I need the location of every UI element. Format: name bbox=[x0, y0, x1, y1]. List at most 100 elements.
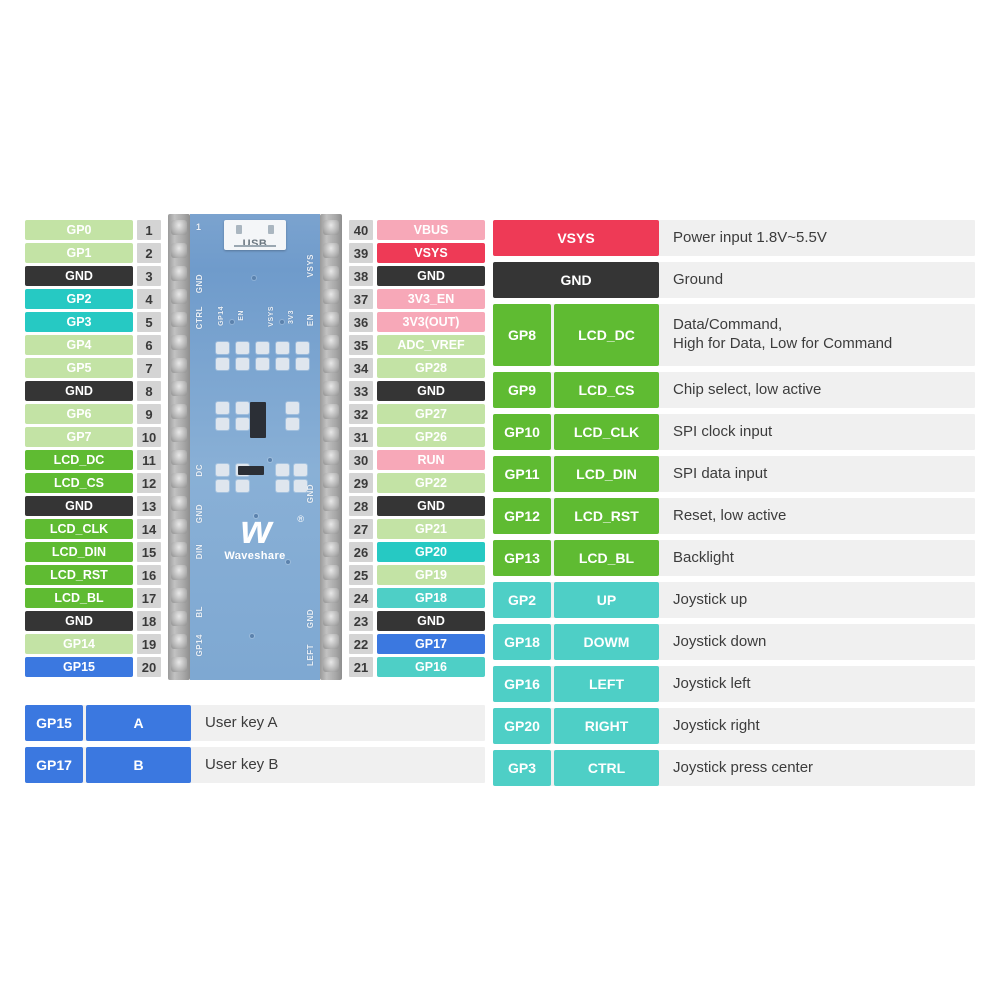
solder-pad bbox=[276, 464, 289, 476]
header-pin-hole bbox=[323, 588, 339, 603]
pin-number: 3 bbox=[137, 266, 161, 286]
waveshare-logo: ® w Waveshare bbox=[200, 510, 310, 562]
legend-row: GP18 DOWM Joystick down bbox=[493, 624, 975, 660]
pin1-marker: 1 bbox=[196, 222, 202, 232]
pin-row: GP15 20 bbox=[25, 657, 165, 677]
silkscreen-label: CTRL bbox=[195, 306, 204, 330]
solder-pad bbox=[276, 358, 289, 370]
pin-label: GND bbox=[377, 266, 485, 286]
pin-number: 22 bbox=[349, 634, 373, 654]
legend-function-swatch: LCD_RST bbox=[554, 498, 659, 534]
silkscreen-label: GND bbox=[306, 609, 315, 629]
legend-row: GP3 CTRL Joystick press center bbox=[493, 750, 975, 786]
pin-row: GP0 1 bbox=[25, 220, 165, 240]
right-pin-column: VBUS 40 VSYS 39 GND 38 3V3_EN 37 3V3(OUT) 36 ADC_V… bbox=[345, 220, 485, 680]
pin-label: GP3 bbox=[25, 312, 133, 332]
header-pin-hole bbox=[171, 289, 187, 304]
header-pin-hole bbox=[323, 404, 339, 419]
header-pin-hole bbox=[171, 358, 187, 373]
pin-row: GND 18 bbox=[25, 611, 165, 631]
pin-label: GP15 bbox=[25, 657, 133, 677]
pin-row: GP1 2 bbox=[25, 243, 165, 263]
pcb-via bbox=[280, 320, 284, 324]
usb-label: USB bbox=[242, 238, 268, 250]
pin-label: GND bbox=[377, 381, 485, 401]
legend-description: SPI data input bbox=[673, 464, 768, 482]
pin-number: 10 bbox=[137, 427, 161, 447]
solder-pad bbox=[216, 418, 229, 430]
legend-description: Backlight bbox=[673, 548, 734, 566]
pin-label: GP6 bbox=[25, 404, 133, 424]
header-pin-hole bbox=[323, 312, 339, 327]
pcb-via bbox=[230, 320, 234, 324]
header-pin-hole bbox=[323, 657, 339, 672]
solder-pad bbox=[286, 418, 299, 430]
pin-row: GP26 31 bbox=[345, 427, 485, 447]
header-pin-hole bbox=[171, 565, 187, 580]
pin-number: 24 bbox=[349, 588, 373, 608]
pin-number: 31 bbox=[349, 427, 373, 447]
legend-gpio-swatch: GP11 bbox=[493, 456, 551, 492]
pin-label: GND bbox=[377, 611, 485, 631]
pin-number: 9 bbox=[137, 404, 161, 424]
legend-description: Reset, low active bbox=[673, 506, 787, 524]
legend-row: GP20 RIGHT Joystick right bbox=[493, 708, 975, 744]
pin-label: VBUS bbox=[377, 220, 485, 240]
pin-number: 35 bbox=[349, 335, 373, 355]
pin-row: 3V3(OUT) 36 bbox=[345, 312, 485, 332]
pin-row: GP2 4 bbox=[25, 289, 165, 309]
header-pin-hole bbox=[323, 335, 339, 350]
legend-gpio-swatch: GP3 bbox=[493, 750, 551, 786]
legend-function-swatch: LEFT bbox=[554, 666, 659, 702]
pin-label: RUN bbox=[377, 450, 485, 470]
header-pin-hole bbox=[171, 588, 187, 603]
legend-gpio-swatch: GP9 bbox=[493, 372, 551, 408]
pin-label: 3V3(OUT) bbox=[377, 312, 485, 332]
pin-number: 13 bbox=[137, 496, 161, 516]
legend-row: GP9 LCD_CS Chip select, low active bbox=[493, 372, 975, 408]
pin-row: GND 3 bbox=[25, 266, 165, 286]
pin-row: GP17 22 bbox=[345, 634, 485, 654]
pin-row: GP27 32 bbox=[345, 404, 485, 424]
pin-row: GP5 7 bbox=[25, 358, 165, 378]
solder-pad bbox=[216, 402, 229, 414]
usb-connector: USB bbox=[224, 220, 286, 250]
solder-pad bbox=[296, 358, 309, 370]
header-pin-hole bbox=[171, 542, 187, 557]
legend-function-swatch: RIGHT bbox=[554, 708, 659, 744]
pin-number: 4 bbox=[137, 289, 161, 309]
legend-description: User key B bbox=[205, 755, 279, 773]
solder-pad bbox=[276, 342, 289, 354]
silkscreen-label: VSYS bbox=[268, 306, 275, 327]
header-pin-hole bbox=[171, 611, 187, 626]
header-pin-hole bbox=[323, 220, 339, 235]
legend-row: GP11 LCD_DIN SPI data input bbox=[493, 456, 975, 492]
pin-label: 3V3_EN bbox=[377, 289, 485, 309]
pin-row: GND 38 bbox=[345, 266, 485, 286]
logo-wordmark: Waveshare bbox=[224, 550, 286, 562]
legend-row: GP10 LCD_CLK SPI clock input bbox=[493, 414, 975, 450]
pin-label: GP26 bbox=[377, 427, 485, 447]
legend-function-swatch: GND bbox=[493, 262, 659, 298]
silkscreen-label: DC bbox=[195, 464, 204, 477]
pin-label: GP2 bbox=[25, 289, 133, 309]
legend-description: Joystick up bbox=[673, 590, 748, 608]
legend-gpio-swatch: GP17 bbox=[25, 747, 83, 783]
legend-row: GP16 LEFT Joystick left bbox=[493, 666, 975, 702]
solder-pad bbox=[216, 342, 229, 354]
legend-row: GP8 LCD_DC Data/Command, High for Data, Lo… bbox=[493, 304, 975, 366]
pin-label: LCD_RST bbox=[25, 565, 133, 585]
pin-number: 32 bbox=[349, 404, 373, 424]
header-pin-hole bbox=[323, 565, 339, 580]
pin-row: 3V3_EN 37 bbox=[345, 289, 485, 309]
solder-pad bbox=[236, 358, 249, 370]
silkscreen-label: EN bbox=[238, 310, 245, 321]
legend-gpio-swatch: GP16 bbox=[493, 666, 551, 702]
pin-number: 40 bbox=[349, 220, 373, 240]
pin-label: LCD_DIN bbox=[25, 542, 133, 562]
legend-gpio-swatch: GP18 bbox=[493, 624, 551, 660]
pin-label: GP27 bbox=[377, 404, 485, 424]
pin-row: GND 13 bbox=[25, 496, 165, 516]
header-pin-hole bbox=[171, 473, 187, 488]
header-pin-hole bbox=[171, 243, 187, 258]
